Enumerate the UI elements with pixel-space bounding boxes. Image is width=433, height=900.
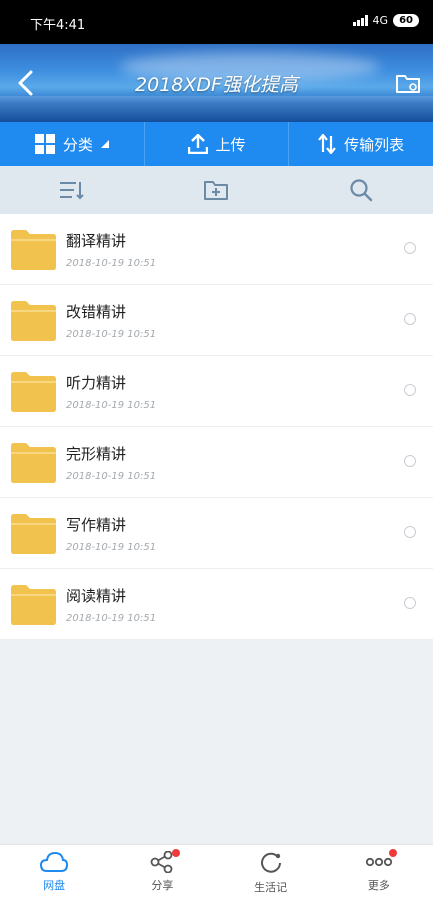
folder-name: 写作精讲 [66, 516, 127, 534]
network-label: 4G [372, 14, 389, 27]
folder-icon [11, 301, 56, 341]
folder-date: 2018-10-19 10:51 [66, 471, 157, 482]
transfer-icon [318, 134, 337, 154]
folder-icon [11, 585, 56, 625]
grid-icon [34, 134, 55, 154]
folder-icon [11, 443, 56, 483]
status-bar: 下午4:41 4G 60 [0, 0, 433, 44]
sort-button[interactable] [0, 166, 144, 214]
search-button[interactable] [289, 166, 433, 214]
folder-name: 完形精讲 [66, 445, 127, 463]
file-list: 翻译精讲 2018-10-19 10:51 改错精讲 2018-10-19 10… [0, 214, 433, 640]
folder-date: 2018-10-19 10:51 [66, 329, 157, 340]
search-icon [350, 179, 373, 202]
folder-name: 阅读精讲 [66, 587, 127, 605]
battery-icon: 60 [393, 14, 419, 27]
nav-label: 网盘 [43, 879, 66, 892]
select-radio[interactable] [404, 242, 416, 254]
nav-share[interactable]: 分享 [108, 845, 216, 900]
nav-netdisk[interactable]: 网盘 [0, 845, 108, 900]
folder-icon [11, 514, 56, 554]
new-folder-button[interactable] [144, 166, 288, 214]
upload-button[interactable]: 上传 [145, 122, 290, 166]
transfer-list-label: 传输列表 [344, 135, 405, 154]
folder-name: 听力精讲 [66, 374, 127, 392]
folder-row[interactable]: 翻译精讲 2018-10-19 10:51 [0, 214, 433, 285]
signal-icon [352, 15, 368, 26]
select-radio[interactable] [404, 313, 416, 325]
nav-label: 生活记 [254, 881, 288, 894]
folder-icon [11, 372, 56, 412]
upload-label: 上传 [215, 135, 246, 154]
folder-name: 翻译精讲 [66, 232, 127, 250]
cloud-icon [40, 851, 69, 872]
select-radio[interactable] [404, 455, 416, 467]
folder-settings-icon[interactable] [395, 70, 421, 96]
folder-date: 2018-10-19 10:51 [66, 613, 157, 624]
share-icon [150, 851, 173, 873]
nav-label: 更多 [367, 879, 390, 892]
folder-date: 2018-10-19 10:51 [66, 542, 157, 553]
nav-life[interactable]: 生活记 [217, 845, 325, 900]
upload-icon [187, 134, 208, 154]
bottom-nav: 网盘 分享 生活记 更多 [0, 844, 433, 900]
action-bar: 分类 上传 传输列表 [0, 122, 433, 166]
select-radio[interactable] [404, 384, 416, 396]
notification-badge [388, 849, 397, 857]
category-label: 分类 [62, 135, 93, 154]
folder-date: 2018-10-19 10:51 [66, 400, 157, 411]
nav-label: 分享 [151, 879, 174, 892]
category-button[interactable]: 分类 [0, 122, 145, 166]
new-folder-icon [204, 181, 229, 200]
folder-date: 2018-10-19 10:51 [66, 258, 157, 269]
folder-row[interactable]: 改错精讲 2018-10-19 10:51 [0, 285, 433, 356]
select-radio[interactable] [404, 526, 416, 538]
folder-row[interactable]: 阅读精讲 2018-10-19 10:51 [0, 569, 433, 640]
toolbar [0, 166, 433, 214]
nav-more[interactable]: 更多 [325, 845, 433, 900]
notification-badge [172, 849, 181, 857]
dropdown-triangle-icon [100, 140, 109, 148]
folder-row[interactable]: 听力精讲 2018-10-19 10:51 [0, 356, 433, 427]
folder-icon [11, 230, 56, 270]
folder-row[interactable]: 写作精讲 2018-10-19 10:51 [0, 498, 433, 569]
sort-icon [60, 182, 84, 200]
status-icons: 4G 60 [352, 14, 419, 27]
folder-row[interactable]: 完形精讲 2018-10-19 10:51 [0, 427, 433, 498]
header: 2018XDF强化提高 [0, 44, 433, 122]
select-radio[interactable] [404, 597, 416, 609]
status-time: 下午4:41 [30, 18, 86, 33]
transfer-list-button[interactable]: 传输列表 [289, 122, 433, 166]
page-title: 2018XDF强化提高 [135, 74, 298, 96]
folder-name: 改错精讲 [66, 303, 127, 321]
refresh-icon [260, 852, 281, 873]
